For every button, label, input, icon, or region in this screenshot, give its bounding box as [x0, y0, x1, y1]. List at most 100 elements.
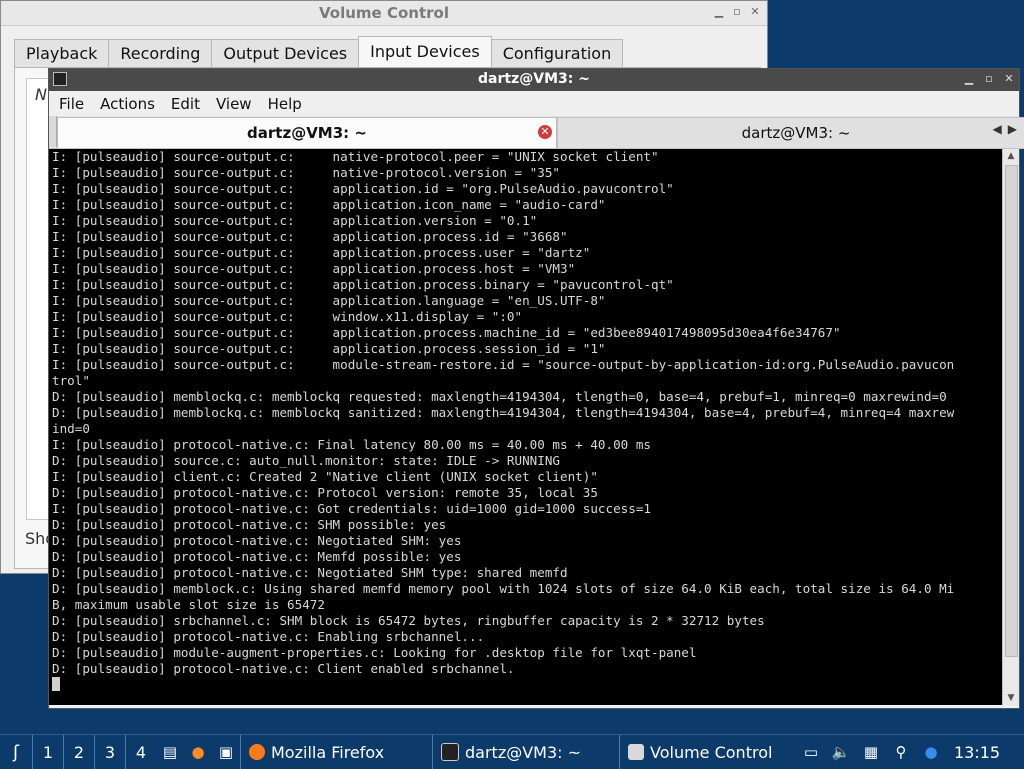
menu-view[interactable]: View: [206, 95, 258, 113]
start-menu-icon[interactable]: ʃ: [0, 735, 32, 769]
close-icon[interactable]: ✕: [749, 5, 761, 19]
close-tab-icon[interactable]: ✕: [538, 125, 552, 139]
desktop-1[interactable]: 1: [32, 735, 63, 769]
terminal-line: D: [pulseaudio] srbchannel.c: SHM block …: [52, 613, 765, 628]
tab-label: Playback: [26, 44, 98, 63]
desktop-label: 3: [104, 742, 116, 762]
menu-help[interactable]: Help: [258, 95, 308, 113]
terminal-line: I: [pulseaudio] source-output.c: applica…: [52, 277, 674, 292]
terminal-line: D: [pulseaudio] protocol-native.c: Enabl…: [52, 629, 485, 644]
task-volume-control[interactable]: Volume Control: [619, 735, 796, 769]
terminal-line: I: [pulseaudio] source-output.c: applica…: [52, 341, 606, 356]
terminal-line: D: [pulseaudio] memblockq.c: memblockq r…: [52, 389, 947, 404]
terminal-line: D: [pulseaudio] memblock.c: Using shared…: [52, 581, 955, 596]
text-cursor: [52, 677, 60, 691]
task-terminal[interactable]: dartz@VM3: ~: [432, 735, 619, 769]
terminal-line: I: [pulseaudio] source-output.c: native-…: [52, 149, 659, 164]
volume-tabs: Playback Recording Output Devices Input …: [14, 36, 624, 67]
terminal-line: I: [pulseaudio] source-output.c: applica…: [52, 213, 538, 228]
terminal-line: D: [pulseaudio] protocol-native.c: Negot…: [52, 565, 568, 580]
clipboard-icon[interactable]: ▦: [856, 735, 886, 769]
terminal-titlebar[interactable]: dartz@VM3: ~ ▁ ▫ ✕: [49, 69, 1019, 91]
notes-icon[interactable]: ▭: [796, 735, 826, 769]
task-label: Mozilla Firefox: [271, 742, 385, 762]
maximize-icon[interactable]: ▫: [983, 72, 995, 86]
task-label: Volume Control: [650, 742, 773, 762]
terminal-line: trol": [52, 373, 90, 388]
scroll-up-icon[interactable]: ▲: [1003, 149, 1019, 163]
terminal-line: D: [pulseaudio] protocol-native.c: Memfd…: [52, 549, 462, 564]
terminal-line: D: [pulseaudio] protocol-native.c: Clien…: [52, 661, 515, 676]
terminal-line: I: [pulseaudio] source-output.c: applica…: [52, 181, 674, 196]
task-label: dartz@VM3: ~: [465, 742, 582, 762]
chevron-left-icon[interactable]: ◀: [993, 122, 1002, 136]
menu-file[interactable]: File: [49, 95, 90, 113]
terminal-line: D: [pulseaudio] module-augment-propertie…: [52, 645, 697, 660]
tab-label: Input Devices: [370, 42, 480, 61]
window-title: Volume Control: [319, 4, 449, 22]
tab-recording[interactable]: Recording: [108, 39, 213, 67]
terminal-line: I: [pulseaudio] source-output.c: window.…: [52, 309, 523, 324]
scroll-down-icon[interactable]: ▼: [1003, 691, 1019, 705]
terminal-window[interactable]: dartz@VM3: ~ ▁ ▫ ✕ File Actions Edit Vie…: [48, 68, 1024, 709]
desktop-3[interactable]: 3: [94, 735, 125, 769]
scrollbar-thumb[interactable]: [1005, 165, 1018, 657]
window-title: dartz@VM3: ~: [478, 71, 590, 87]
terminal-line: I: [pulseaudio] source-output.c: applica…: [52, 197, 606, 212]
tab-output-devices[interactable]: Output Devices: [211, 39, 360, 67]
terminal-line: I: [pulseaudio] source-output.c: applica…: [52, 293, 606, 308]
tab-label: Configuration: [502, 44, 612, 63]
close-icon[interactable]: ✕: [1003, 72, 1015, 86]
terminal-line: D: [pulseaudio] protocol-native.c: Negot…: [52, 533, 462, 548]
volume-icon[interactable]: 🔈: [826, 735, 856, 769]
terminal-line: D: [pulseaudio] protocol-native.c: Proto…: [52, 485, 598, 500]
maximize-icon[interactable]: ▫: [731, 5, 743, 19]
tab-label: dartz@VM3: ~: [247, 124, 367, 142]
terminal-line: ind=0: [52, 421, 90, 436]
terminal-output[interactable]: I: [pulseaudio] source-output.c: native-…: [49, 149, 1005, 705]
terminal-line: I: [pulseaudio] source-output.c: native-…: [52, 165, 560, 180]
desktop-label: 4: [135, 742, 147, 762]
firefox-icon[interactable]: ●: [184, 735, 212, 769]
terminal-tab-active[interactable]: dartz@VM3: ~ ✕: [57, 117, 557, 148]
desktop-label: 2: [73, 742, 85, 762]
terminal-line: I: [pulseaudio] client.c: Created 2 "Nat…: [52, 469, 598, 484]
minimize-icon[interactable]: ▁: [713, 5, 725, 19]
tab-label: Recording: [120, 44, 201, 63]
clock[interactable]: 13:15: [946, 735, 1008, 769]
info-icon[interactable]: ●: [916, 735, 946, 769]
terminal-tab[interactable]: dartz@VM3: ~: [557, 117, 1024, 149]
desktop-2[interactable]: 2: [63, 735, 94, 769]
tab-configuration[interactable]: Configuration: [490, 39, 624, 67]
prompt-line: [49, 677, 1005, 693]
terminal-line: I: [pulseaudio] protocol-native.c: Got c…: [52, 501, 651, 516]
terminal-scrollbar[interactable]: ▲ ▼: [1002, 149, 1019, 705]
network-icon[interactable]: ⚲: [886, 735, 916, 769]
minimize-icon[interactable]: ▁: [963, 72, 975, 86]
terminal-line: I: [pulseaudio] protocol-native.c: Final…: [52, 437, 651, 452]
terminal-launcher-icon[interactable]: ▣: [212, 735, 240, 769]
menu-actions[interactable]: Actions: [90, 95, 161, 113]
firefox-icon: [249, 744, 265, 760]
tab-input-devices[interactable]: Input Devices: [358, 36, 492, 67]
chevron-right-icon[interactable]: ▶: [1008, 122, 1017, 136]
tab-label: Output Devices: [223, 44, 348, 63]
terminal-lines: I: [pulseaudio] source-output.c: native-…: [49, 149, 1005, 677]
desktop-label: 1: [42, 742, 54, 762]
terminal-tab-bar: dartz@VM3: ~ ✕ dartz@VM3: ~ ◀ ▶: [49, 116, 1024, 149]
tab-playback[interactable]: Playback: [14, 39, 110, 67]
terminal-line: B, maximum usable slot size is 65472: [52, 597, 325, 612]
terminal-line: I: [pulseaudio] source-output.c: applica…: [52, 261, 576, 276]
device-name-fragment: N: [35, 85, 47, 104]
menu-edit[interactable]: Edit: [161, 95, 206, 113]
file-manager-icon[interactable]: ▤: [156, 735, 184, 769]
menu-bar: File Actions Edit View Help: [49, 91, 1019, 116]
terminal-icon: [441, 743, 459, 761]
task-firefox[interactable]: Mozilla Firefox: [240, 735, 432, 769]
terminal-line: D: [pulseaudio] source.c: auto_null.moni…: [52, 453, 560, 468]
tab-scroll-left-edge: [49, 116, 57, 147]
volume-control-titlebar[interactable]: Volume Control ▁ ▫ ✕: [1, 1, 767, 26]
terminal-line: I: [pulseaudio] source-output.c: applica…: [52, 245, 591, 260]
terminal-line: I: [pulseaudio] source-output.c: module-…: [52, 357, 955, 372]
desktop-4[interactable]: 4: [125, 735, 156, 769]
